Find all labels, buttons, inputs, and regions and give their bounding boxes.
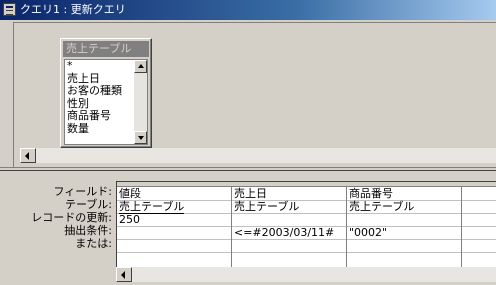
scroll-left-button[interactable] [116, 267, 132, 282]
grid-column[interactable]: 売上日 売上テーブル <=#2003/03/11# [232, 187, 347, 268]
field-list-title[interactable]: 売上テーブル [63, 41, 149, 57]
table-cell[interactable]: 売上テーブル [234, 201, 299, 213]
scroll-up-button[interactable] [134, 60, 147, 73]
field-list-box[interactable]: * 売上日 お客の種類 性別 商品番号 数量 [64, 59, 148, 145]
grid-column[interactable]: 商品番号 売上テーブル "0002" [347, 187, 462, 268]
grid-column[interactable] [462, 187, 496, 268]
field-cell[interactable]: 値段 [119, 188, 141, 200]
field-list-window[interactable]: 売上テーブル * 売上日 お客の種類 性別 商品番号 数量 [60, 38, 152, 148]
arrow-left-icon [25, 152, 29, 160]
field-cell[interactable]: 売上日 [234, 188, 267, 200]
row-label-criteria: 抽出条件: [64, 224, 112, 237]
title-bar[interactable]: クエリ1 : 更新クエリ [0, 0, 496, 20]
criteria-cell[interactable]: <=#2003/03/11# [234, 227, 334, 239]
table-cell[interactable]: 売上テーブル [349, 201, 414, 213]
arrow-down-icon [138, 136, 144, 140]
field-list-scrollbar[interactable] [134, 60, 147, 144]
update-cell[interactable]: 250 [119, 214, 140, 226]
window-title: クエリ1 : 更新クエリ [20, 3, 126, 16]
arrow-up-icon [138, 64, 144, 68]
scroll-left-button[interactable] [20, 148, 36, 163]
pane-splitter[interactable] [0, 167, 496, 171]
design-grid-hscrollbar[interactable] [116, 267, 496, 282]
field-cell[interactable]: 商品番号 [349, 188, 393, 200]
row-label-update: レコードの更新: [31, 211, 112, 224]
table-pane-hscrollbar[interactable] [20, 148, 496, 163]
row-label-or: または: [75, 237, 112, 250]
scroll-down-button[interactable] [134, 131, 147, 144]
row-label-table: テーブル: [64, 198, 112, 211]
row-label-field: フィールド: [53, 185, 113, 198]
design-grid[interactable]: 値段 売上テーブル 250 売上日 売上テーブル <=#2003/03/11# … [116, 181, 496, 268]
grid-column[interactable]: 値段 売上テーブル 250 [117, 187, 232, 268]
query-window-icon[interactable] [3, 3, 16, 16]
arrow-left-icon [121, 271, 125, 279]
criteria-cell[interactable]: "0002" [349, 227, 387, 239]
